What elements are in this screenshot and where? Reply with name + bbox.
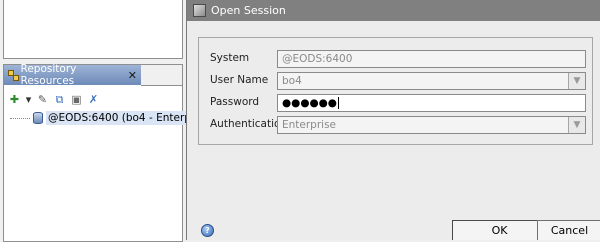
system-label: System — [210, 52, 250, 64]
system-field: @EODS:6400 — [277, 50, 586, 68]
open-session-dialog: Open Session System @EODS:6400 User Name… — [186, 0, 600, 240]
password-field[interactable]: ●●●●●● — [277, 94, 586, 112]
authentication-row: Authentication Enterprise ▼ — [199, 116, 592, 134]
upper-view-panel — [3, 0, 183, 59]
session-form: System @EODS:6400 User Name bo4 ▼ Passwo… — [198, 37, 593, 145]
connect-icon[interactable]: ⧉ — [53, 93, 66, 106]
ok-button[interactable]: OK — [452, 220, 547, 240]
disconnect-icon[interactable]: ✗ — [87, 93, 100, 106]
user-name-row: User Name bo4 ▼ — [199, 72, 592, 90]
dialog-titlebar[interactable]: Open Session — [187, 0, 600, 21]
repository-toolbar: ✚ ▾ ✎ ⧉ ▣ ✗ — [8, 91, 100, 107]
password-value: ●●●●●● — [282, 97, 337, 109]
text-caret — [337, 97, 339, 109]
authentication-value: Enterprise — [282, 119, 337, 131]
chevron-down-icon[interactable]: ▼ — [568, 117, 585, 133]
dropdown-icon[interactable]: ▾ — [25, 93, 32, 106]
tab-repository-resources[interactable]: Repository Resources ✕ — [4, 63, 141, 87]
user-name-value: bo4 — [282, 75, 302, 87]
pin-icon[interactable]: ✎ — [36, 93, 49, 106]
user-name-select[interactable]: bo4 ▼ — [277, 72, 586, 90]
system-row: System @EODS:6400 — [199, 50, 592, 68]
database-icon — [33, 112, 43, 124]
repository-resources-panel: Repository Resources ✕ ✚ ▾ ✎ ⧉ ▣ ✗ @EODS… — [3, 63, 217, 242]
authentication-label: Authentication — [210, 118, 288, 130]
image-icon[interactable]: ▣ — [70, 93, 83, 106]
tab-strip — [141, 65, 182, 86]
cancel-button[interactable]: Cancel — [537, 220, 600, 240]
password-label: Password — [210, 96, 260, 108]
tab-label: Repository Resources — [20, 63, 77, 87]
tree-connector — [10, 117, 30, 119]
plus-icon[interactable]: ✚ — [8, 93, 21, 106]
password-row: Password ●●●●●● — [199, 94, 592, 112]
app-icon — [193, 4, 206, 17]
dialog-title: Open Session — [211, 4, 286, 17]
chevron-down-icon[interactable]: ▼ — [568, 73, 585, 89]
close-icon[interactable]: ✕ — [128, 69, 137, 82]
repository-icon — [8, 70, 19, 81]
help-icon[interactable]: ? — [201, 224, 214, 237]
user-name-label: User Name — [210, 74, 269, 86]
authentication-select[interactable]: Enterprise ▼ — [277, 116, 586, 134]
